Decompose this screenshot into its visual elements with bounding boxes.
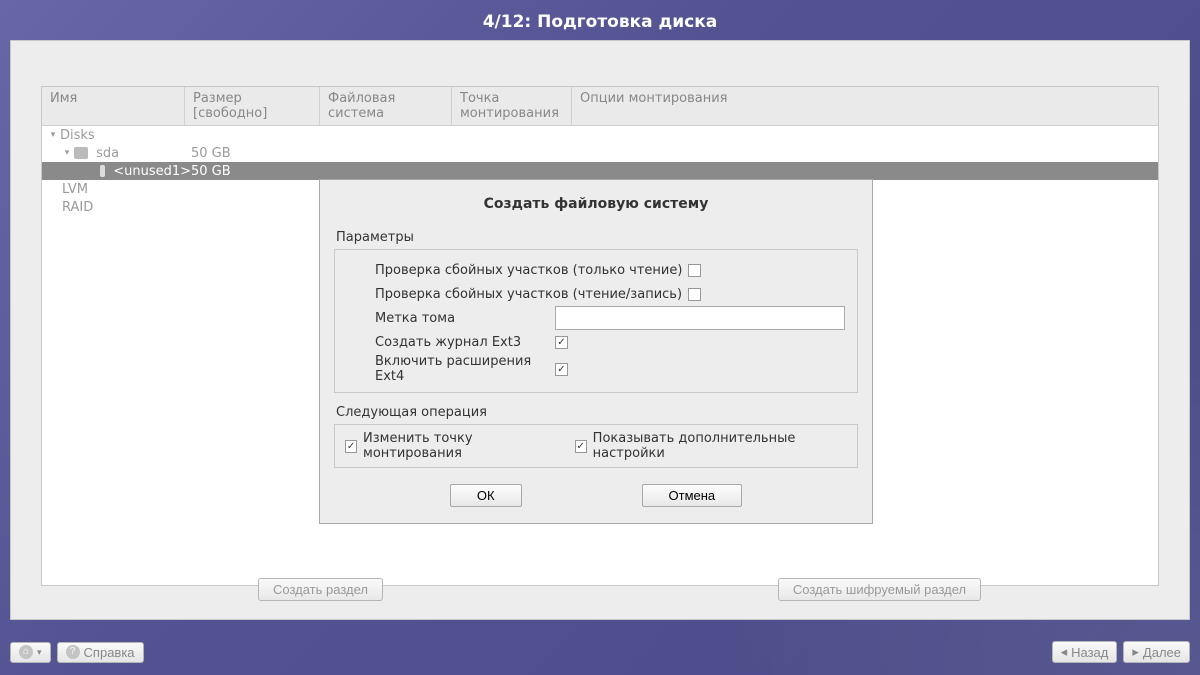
show-advanced-label: Показывать дополнительные настройки <box>593 431 847 461</box>
check-badblocks-rw-label: Проверка сбойных участков (чтение/запись… <box>375 287 682 302</box>
home-icon: ⌂ <box>19 645 33 659</box>
volume-label-label: Метка тома <box>347 311 547 326</box>
tree-label: LVM <box>62 182 88 197</box>
partition-action-buttons: Создать раздел Создать шифруемый раздел <box>41 578 1159 601</box>
col-fs[interactable]: Файловая система <box>320 87 452 125</box>
tree-label: Disks <box>60 128 95 143</box>
ext3-journal-label: Создать журнал Ext3 <box>347 335 547 350</box>
expander-icon[interactable]: ▾ <box>48 130 58 140</box>
col-opts[interactable]: Опции монтирования <box>572 87 1158 125</box>
next-label: Далее <box>1143 645 1181 660</box>
wizard-footer: ⌂▾ ?Справка ◂ Назад ▸ Далее <box>10 641 1190 663</box>
tree-row-unused1[interactable]: <unused1> 50 GB <box>42 162 1158 180</box>
tree-label: <unused1> <box>113 164 191 179</box>
next-button[interactable]: ▸ Далее <box>1123 641 1190 663</box>
expander-icon[interactable]: ▾ <box>62 148 72 158</box>
installer-step-title: 4/12: Подготовка диска <box>0 0 1200 42</box>
dialog-title: Создать файловую систему <box>320 180 872 226</box>
home-menu-button[interactable]: ⌂▾ <box>10 642 51 663</box>
ok-button[interactable]: ОК <box>450 484 522 507</box>
col-mount[interactable]: Точка монтирования <box>452 87 572 125</box>
chevron-right-icon: ▸ <box>1132 644 1139 660</box>
ext3-journal-checkbox[interactable]: ✓ <box>555 336 568 349</box>
tree-row-disks[interactable]: ▾Disks <box>42 126 1158 144</box>
next-operation-fieldset: ✓ Изменить точку монтирования ✓ Показыва… <box>334 424 858 468</box>
volume-label-input[interactable] <box>555 306 845 330</box>
partition-icon <box>100 165 105 177</box>
check-badblocks-ro-label: Проверка сбойных участков (только чтение… <box>375 263 682 278</box>
ext4-extensions-label: Включить расширения Ext4 <box>347 354 547 384</box>
col-name[interactable]: Имя <box>42 87 185 125</box>
help-button[interactable]: ? Справка <box>57 642 144 663</box>
help-icon: ? <box>66 645 80 659</box>
tree-size: 50 GB <box>191 164 326 179</box>
show-advanced-checkbox[interactable]: ✓ <box>575 440 587 453</box>
ext4-extensions-checkbox[interactable]: ✓ <box>555 363 568 376</box>
tree-row-sda[interactable]: ▾ sda 50 GB <box>42 144 1158 162</box>
check-badblocks-rw-checkbox[interactable] <box>688 288 701 301</box>
back-label: Назад <box>1071 645 1108 660</box>
change-mount-label: Изменить точку монтирования <box>363 431 557 461</box>
disk-icon <box>74 147 88 159</box>
create-partition-button[interactable]: Создать раздел <box>258 578 383 601</box>
params-section-label: Параметры <box>320 226 872 249</box>
help-label: Справка <box>84 645 135 660</box>
cancel-button[interactable]: Отмена <box>642 484 743 507</box>
tree-label: RAID <box>62 200 93 215</box>
next-operation-label: Следующая операция <box>320 401 872 424</box>
params-fieldset: Проверка сбойных участков (только чтение… <box>334 249 858 393</box>
tree-size: 50 GB <box>191 146 326 161</box>
create-encrypted-partition-button[interactable]: Создать шифруемый раздел <box>778 578 981 601</box>
change-mount-checkbox[interactable]: ✓ <box>345 440 357 453</box>
tree-label: sda <box>96 146 119 161</box>
dialog-buttons: ОК Отмена <box>320 478 872 523</box>
tree-header: Имя Размер [свободно] Файловая система Т… <box>42 87 1158 126</box>
back-button[interactable]: ◂ Назад <box>1052 641 1118 663</box>
check-badblocks-ro-checkbox[interactable] <box>688 264 701 277</box>
chevron-down-icon: ▾ <box>37 647 42 658</box>
col-size[interactable]: Размер [свободно] <box>185 87 320 125</box>
create-filesystem-dialog: Создать файловую систему Параметры Прове… <box>319 179 873 524</box>
chevron-left-icon: ◂ <box>1061 644 1068 660</box>
